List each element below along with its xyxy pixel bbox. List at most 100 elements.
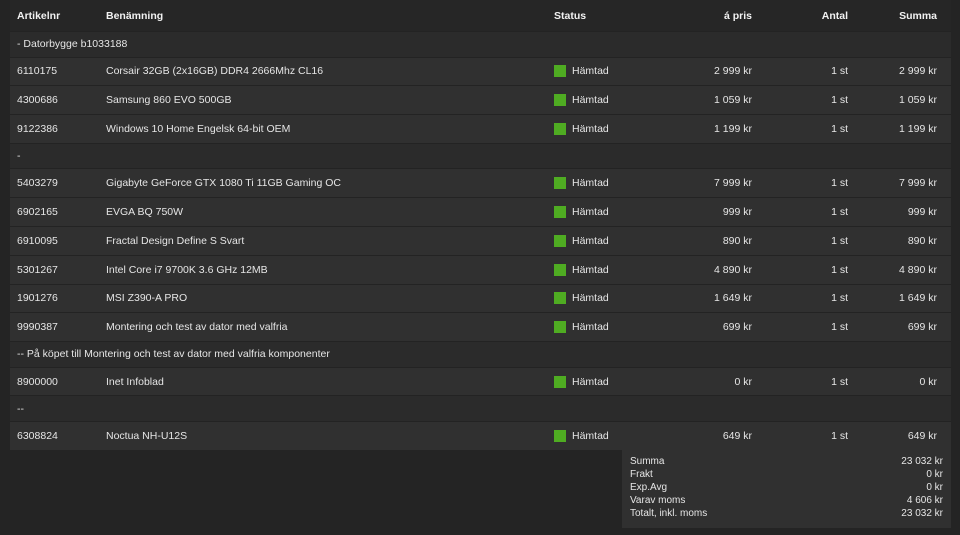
article-number: 9122386 — [17, 122, 58, 135]
summary-line: Summa 23 032 kr — [630, 455, 943, 468]
group-row: -- På köpet till Montering och test av d… — [10, 341, 951, 367]
unit-price: 7 999 kr — [714, 177, 752, 190]
column-header-quantity: Antal — [821, 9, 848, 22]
order-table: Artikelnr Benämning Status á pris Antal … — [10, 0, 951, 450]
column-header-article: Artikelnr — [17, 9, 61, 22]
status-text: Hämtad — [572, 292, 609, 305]
group-label: - Datorbygge b1033188 — [17, 38, 128, 51]
unit-price: 649 kr — [722, 429, 752, 442]
quantity: 1 st — [831, 177, 848, 190]
unit-price: 0 kr — [734, 375, 752, 388]
article-number: 6910095 — [17, 234, 58, 247]
status-cell: Hämtad — [554, 122, 664, 135]
summary-line: Frakt 0 kr — [630, 468, 943, 481]
row-total: 1 059 kr — [899, 94, 937, 107]
row-total: 999 kr — [907, 206, 937, 219]
status-cell: Hämtad — [554, 321, 664, 334]
column-header-name: Benämning — [106, 9, 164, 22]
status-cell: Hämtad — [554, 429, 664, 442]
status-text: Hämtad — [572, 65, 609, 78]
status-indicator-icon — [554, 321, 566, 334]
status-text: Hämtad — [572, 375, 609, 388]
table-row: 6910095 Fractal Design Define S Svart Hämt… — [10, 225, 951, 255]
group-label: - — [17, 150, 21, 163]
status-indicator-icon — [554, 263, 566, 276]
column-header-total: Summa — [899, 9, 937, 22]
summary-label: Totalt, inkl. moms — [630, 508, 708, 519]
status-text: Hämtad — [572, 321, 609, 334]
product-name: MSI Z390-A PRO — [106, 292, 188, 305]
product-name: Inet Infoblad — [106, 375, 164, 388]
table-row: 6902165 EVGA BQ 750W Hämtad 999 kr 1 st 999 k… — [10, 197, 951, 226]
summary-value: 0 kr — [926, 482, 943, 493]
summary-value: 4 606 kr — [906, 495, 943, 506]
row-total: 1 649 kr — [899, 292, 937, 305]
summary-label: Frakt — [630, 469, 653, 480]
status-cell: Hämtad — [554, 234, 664, 247]
quantity: 1 st — [831, 263, 848, 276]
table-row: 6110175 Corsair 32GB (2x16GB) DDR4 2666Mh… — [10, 56, 951, 86]
status-indicator-icon — [554, 292, 566, 305]
summary-line: Varav moms 4 606 kr — [630, 494, 943, 507]
status-indicator-icon — [554, 234, 566, 247]
unit-price: 1 059 kr — [714, 94, 752, 107]
summary-value: 0 kr — [926, 469, 943, 480]
article-number: 9990387 — [17, 321, 58, 334]
group-row: - — [10, 142, 951, 169]
quantity: 1 st — [831, 375, 848, 388]
row-total: 0 kr — [919, 375, 937, 388]
status-text: Hämtad — [572, 206, 609, 219]
product-name: Montering och test av dator med valfria — [106, 321, 288, 334]
group-row: -- — [10, 395, 951, 421]
status-text: Hämtad — [572, 263, 609, 276]
status-cell: Hämtad — [554, 375, 664, 388]
status-indicator-icon — [554, 177, 566, 190]
unit-price: 699 kr — [722, 321, 752, 334]
quantity: 1 st — [831, 292, 848, 305]
unit-price: 2 999 kr — [714, 65, 752, 78]
article-number: 8900000 — [17, 375, 58, 388]
status-text: Hämtad — [572, 94, 609, 107]
quantity: 1 st — [831, 429, 848, 442]
product-name: Gigabyte GeForce GTX 1080 Ti 11GB Gaming… — [106, 177, 341, 190]
table-row: 5403279 Gigabyte GeForce GTX 1080 Ti 11GB… — [10, 168, 951, 198]
table-row: 9122386 Windows 10 Home Engelsk 64-bit OE… — [10, 114, 951, 143]
status-text: Hämtad — [572, 122, 609, 135]
quantity: 1 st — [831, 94, 848, 107]
unit-price: 1 199 kr — [714, 122, 752, 135]
summary-label: Varav moms — [630, 495, 686, 506]
column-header-unit-price: á pris — [723, 9, 752, 22]
status-indicator-icon — [554, 122, 566, 135]
row-total: 649 kr — [907, 429, 937, 442]
unit-price: 999 kr — [722, 206, 752, 219]
quantity: 1 st — [831, 234, 848, 247]
article-number: 1901276 — [17, 292, 58, 305]
row-total: 1 199 kr — [899, 122, 937, 135]
product-name: Windows 10 Home Engelsk 64-bit OEM — [106, 122, 291, 135]
row-total: 699 kr — [907, 321, 937, 334]
product-name: Corsair 32GB (2x16GB) DDR4 2666Mhz CL16 — [106, 65, 324, 78]
group-label: -- — [17, 402, 24, 415]
product-name: Samsung 860 EVO 500GB — [106, 94, 232, 107]
quantity: 1 st — [831, 321, 848, 334]
table-row: 6308824 Noctua NH-U12S Hämtad 649 kr 1 st 649… — [10, 420, 951, 450]
table-header: Artikelnr Benämning Status á pris Antal … — [10, 0, 951, 31]
summary-line: Exp.Avg 0 kr — [630, 481, 943, 494]
group-label: -- På köpet till Montering och test av d… — [17, 348, 330, 361]
status-text: Hämtad — [572, 429, 609, 442]
status-indicator-icon — [554, 375, 566, 388]
article-number: 6110175 — [17, 65, 58, 78]
status-indicator-icon — [554, 206, 566, 219]
table-row: 4300686 Samsung 860 EVO 500GB Hämtad 1 059 … — [10, 85, 951, 115]
article-number: 6902165 — [17, 206, 58, 219]
row-total: 7 999 kr — [899, 177, 937, 190]
quantity: 1 st — [831, 206, 848, 219]
article-number: 5301267 — [17, 263, 58, 276]
status-cell: Hämtad — [554, 292, 664, 305]
table-body: - Datorbygge b1033188 6110175 Corsair 32GB… — [10, 31, 951, 450]
article-number: 4300686 — [17, 94, 58, 107]
summary-line: Totalt, inkl. moms 23 032 kr — [630, 507, 943, 520]
unit-price: 1 649 kr — [714, 292, 752, 305]
status-text: Hämtad — [572, 177, 609, 190]
table-row: 1901276 MSI Z390-A PRO Hämtad 1 649 kr 1 st 1… — [10, 283, 951, 313]
